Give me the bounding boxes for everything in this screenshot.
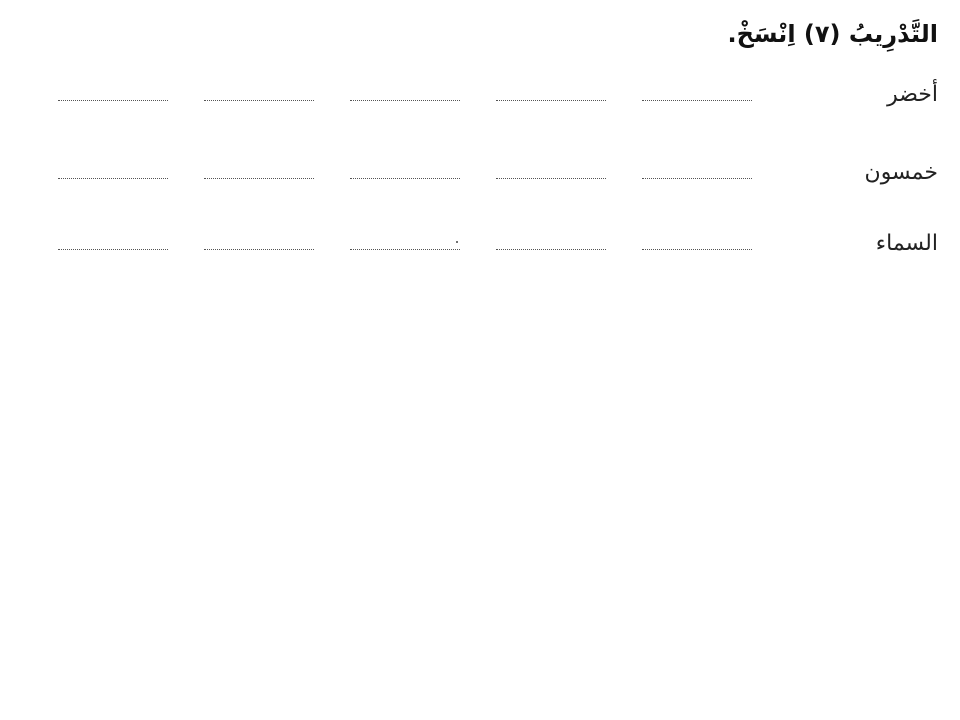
writing-blank[interactable] (204, 249, 314, 250)
exercise-title: التَّدْرِيبُ (٧) اِنْسَخْ. (727, 20, 938, 48)
model-word: أخضر (887, 82, 938, 107)
writing-blank[interactable] (642, 178, 752, 179)
writing-blank[interactable] (204, 100, 314, 101)
writing-blank[interactable] (642, 100, 752, 101)
writing-blank[interactable] (204, 178, 314, 179)
writing-blank[interactable] (58, 178, 168, 179)
writing-blank[interactable] (496, 249, 606, 250)
writing-blank[interactable] (350, 178, 460, 179)
stray-dot (456, 241, 458, 243)
copy-exercise-worksheet: التَّدْرِيبُ (٧) اِنْسَخْ. أخضر خمسون ال… (0, 0, 960, 720)
writing-blank[interactable] (642, 249, 752, 250)
copy-row-2: خمسون (0, 155, 960, 195)
model-word: السماء (875, 231, 938, 256)
copy-row-3: السماء (0, 226, 960, 266)
writing-blank[interactable] (496, 178, 606, 179)
writing-blank[interactable] (350, 100, 460, 101)
copy-row-1: أخضر (0, 77, 960, 117)
writing-blank[interactable] (496, 100, 606, 101)
writing-blank[interactable] (350, 249, 460, 250)
writing-blank[interactable] (58, 100, 168, 101)
model-word: خمسون (864, 160, 938, 185)
writing-blank[interactable] (58, 249, 168, 250)
